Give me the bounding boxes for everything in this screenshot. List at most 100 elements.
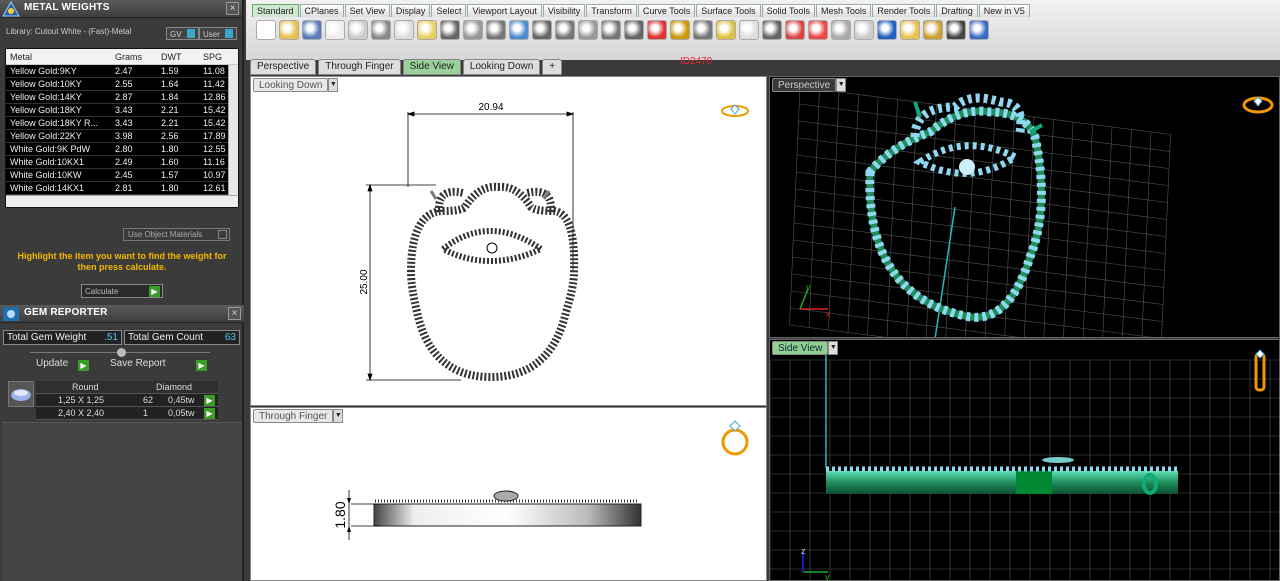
metal-table-hscroll[interactable] bbox=[6, 195, 238, 207]
save-report-button[interactable]: Save Report ▶ bbox=[110, 358, 207, 373]
table-cell: 2.45 bbox=[115, 170, 133, 180]
play-icon[interactable]: ▶ bbox=[204, 395, 215, 406]
target-icon[interactable] bbox=[693, 20, 713, 40]
viewport-side-view[interactable]: Side View ▼ z y bbox=[769, 339, 1280, 581]
copy-icon[interactable] bbox=[394, 20, 414, 40]
table-row[interactable]: Yellow Gold:18KY 3.43 2.21 15.42 bbox=[6, 104, 238, 117]
toolbar-tab-render-tools[interactable]: Render Tools bbox=[872, 4, 936, 17]
paste-icon[interactable] bbox=[417, 20, 437, 40]
table-cell: Yellow Gold:22KY bbox=[10, 131, 82, 141]
tab-side-view[interactable]: Side View bbox=[402, 59, 461, 75]
slider-handle[interactable] bbox=[117, 348, 126, 357]
light-icon[interactable] bbox=[739, 20, 759, 40]
print-icon[interactable] bbox=[325, 20, 345, 40]
metal-table-vscroll[interactable] bbox=[228, 65, 238, 197]
table-row[interactable]: Yellow Gold:14KY 2.87 1.84 12.86 bbox=[6, 91, 238, 104]
zoom-extents-icon[interactable] bbox=[555, 20, 575, 40]
viewport-through-finger[interactable]: Through Finger ▼ 1.80 bbox=[250, 407, 767, 581]
toolbar-tab-display[interactable]: Display bbox=[390, 4, 431, 17]
metal-table[interactable]: Metal Grams DWT SPG Yellow Gold:9KY 2.47 1… bbox=[5, 48, 239, 208]
table-row[interactable]: White Gold:9K PdW 2.80 1.80 12.55 bbox=[6, 143, 238, 156]
calculate-button[interactable]: Calculate ▶ bbox=[81, 284, 163, 298]
color-icon[interactable] bbox=[808, 20, 828, 40]
layer-icon[interactable] bbox=[785, 20, 805, 40]
zoom-icon[interactable] bbox=[509, 20, 529, 40]
viewport-perspective[interactable]: Perspective ▼ y x bbox=[769, 76, 1280, 338]
table-cell: White Gold:14KX1 bbox=[10, 183, 85, 193]
undo-icon[interactable] bbox=[440, 20, 460, 40]
render-icon[interactable] bbox=[831, 20, 851, 40]
pan-icon[interactable] bbox=[463, 20, 483, 40]
toolbar-tab-viewport-layout[interactable]: Viewport Layout bbox=[467, 4, 542, 17]
col-grams[interactable]: Grams bbox=[115, 52, 142, 62]
properties-icon[interactable] bbox=[716, 20, 736, 40]
move-icon[interactable] bbox=[486, 20, 506, 40]
col-dwt[interactable]: DWT bbox=[161, 52, 182, 62]
toolbar-tab-set-view[interactable]: Set View bbox=[344, 4, 390, 17]
gem-reporter-icon bbox=[3, 307, 19, 321]
gem-row[interactable]: 1,25 X 1,25 62 0,45tw ▶ bbox=[36, 394, 218, 407]
table-cell: 12.61 bbox=[203, 183, 226, 193]
toolbar-tab-transform[interactable]: Transform bbox=[586, 4, 637, 17]
toolbar-tab-cplanes[interactable]: CPlanes bbox=[299, 4, 344, 17]
copy-file-icon[interactable] bbox=[348, 20, 368, 40]
table-cell: 1.80 bbox=[161, 183, 179, 193]
pencil-icon[interactable] bbox=[900, 20, 920, 40]
sphere-icon[interactable] bbox=[877, 20, 897, 40]
zoom-window-icon[interactable] bbox=[532, 20, 552, 40]
use-object-materials-checkbox[interactable]: Use Object Materials bbox=[123, 228, 230, 241]
tab-looking-down[interactable]: Looking Down bbox=[462, 59, 541, 75]
play-icon[interactable]: ▶ bbox=[204, 408, 215, 419]
save-icon[interactable] bbox=[302, 20, 322, 40]
table-cell: 1.84 bbox=[161, 92, 179, 102]
toolbar-tab-solid-tools[interactable]: Solid Tools bbox=[761, 4, 815, 17]
toolbar-tab-select[interactable]: Select bbox=[431, 4, 467, 17]
toolbar-tab-drafting[interactable]: Drafting bbox=[936, 4, 978, 17]
table-cell: 2.56 bbox=[161, 131, 179, 141]
gv-toggle[interactable]: GV bbox=[166, 27, 199, 40]
zoom-selected-icon[interactable] bbox=[578, 20, 598, 40]
table-row[interactable]: Yellow Gold:22KY 3.98 2.56 17.89 bbox=[6, 130, 238, 143]
open-icon[interactable] bbox=[279, 20, 299, 40]
col-metal[interactable]: Metal bbox=[10, 52, 32, 62]
table-row[interactable]: White Gold:10KW 2.45 1.57 10.97 bbox=[6, 169, 238, 182]
close-icon[interactable]: × bbox=[226, 2, 239, 15]
table-row[interactable]: White Gold:14KX1 2.81 1.80 12.61 bbox=[6, 182, 238, 195]
gear-icon[interactable] bbox=[923, 20, 943, 40]
toolbar-tab-visibility[interactable]: Visibility bbox=[542, 4, 586, 17]
tab-through-finger[interactable]: Through Finger bbox=[318, 59, 401, 75]
new-icon[interactable] bbox=[256, 20, 276, 40]
tab-perspective[interactable]: Perspective bbox=[250, 59, 317, 75]
toolbar-tab-curve-tools[interactable]: Curve Tools bbox=[637, 4, 696, 17]
grid-icon[interactable] bbox=[946, 20, 966, 40]
shade-icon[interactable] bbox=[854, 20, 874, 40]
axis-indicator: y x bbox=[799, 282, 831, 319]
gem-reporter-titlebar: GEM REPORTER × bbox=[0, 305, 244, 323]
table-row[interactable]: Yellow Gold:9KY 2.47 1.59 11.08 bbox=[6, 65, 238, 78]
gv-label: GV bbox=[170, 30, 182, 39]
table-row[interactable]: White Gold:10KX1 2.49 1.60 11.16 bbox=[6, 156, 238, 169]
col-spg[interactable]: SPG bbox=[203, 52, 222, 62]
add-tab-icon[interactable]: + bbox=[542, 59, 563, 75]
toolbar-tab-surface-tools[interactable]: Surface Tools bbox=[696, 4, 761, 17]
user-toggle[interactable]: User bbox=[199, 27, 237, 40]
cut-icon[interactable] bbox=[371, 20, 391, 40]
help-icon[interactable] bbox=[969, 20, 989, 40]
viewport-looking-down[interactable]: Looking Down ▼ 20.94 25.00 bbox=[250, 76, 767, 406]
rotate-view-icon[interactable] bbox=[601, 20, 621, 40]
update-button[interactable]: Update ▶ bbox=[36, 358, 89, 373]
calculate-hint: Highlight the item you want to find the … bbox=[17, 251, 227, 272]
table-row[interactable]: Yellow Gold:18KY R... 3.43 2.21 15.42 bbox=[6, 117, 238, 130]
snap-icon[interactable] bbox=[670, 20, 690, 40]
gem-table: Round Diamond 1,25 X 1,25 62 0,45tw ▶ 2,40 X… bbox=[36, 381, 218, 420]
table-cell: Yellow Gold:18KY R... bbox=[10, 118, 99, 128]
toolbar-tab-new-in-v5[interactable]: New in V5 bbox=[978, 4, 1030, 17]
toolbar-tab-mesh-tools[interactable]: Mesh Tools bbox=[815, 4, 872, 17]
lock-icon[interactable] bbox=[762, 20, 782, 40]
toolbar-tab-standard[interactable]: Standard bbox=[252, 4, 299, 17]
four-view-icon[interactable] bbox=[624, 20, 644, 40]
close-icon[interactable]: × bbox=[228, 307, 241, 320]
gem-row[interactable]: 2,40 X 2,40 1 0,05tw ▶ bbox=[36, 407, 218, 420]
car-icon[interactable] bbox=[647, 20, 667, 40]
table-row[interactable]: Yellow Gold:10KY 2.55 1.64 11.42 bbox=[6, 78, 238, 91]
